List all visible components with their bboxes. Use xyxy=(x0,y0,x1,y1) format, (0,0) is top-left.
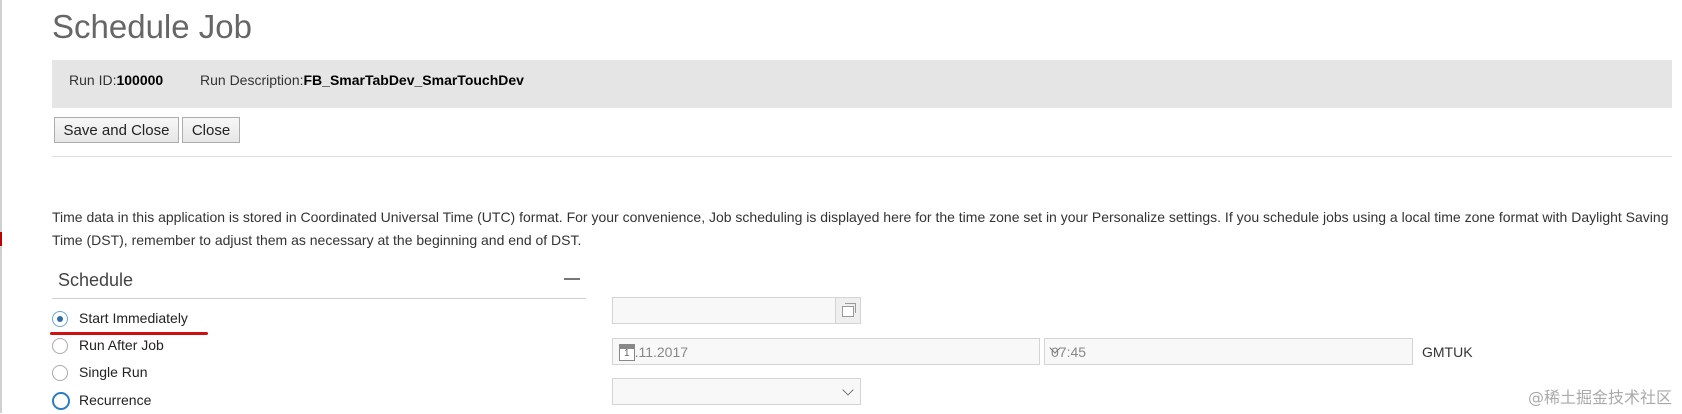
watermark: @稀土掘金技术社区 xyxy=(1527,388,1672,407)
recurrence-select[interactable] xyxy=(612,378,861,405)
radio-button-checked[interactable] xyxy=(52,311,68,327)
schedule-section-title: Schedule xyxy=(58,270,134,290)
chevron-down-icon xyxy=(842,384,854,396)
radio-label: Recurrence xyxy=(79,392,152,408)
calendar-icon[interactable] xyxy=(619,344,635,361)
date-input[interactable]: 27.11.2017 xyxy=(612,338,1040,365)
radio-label: Start Immediately xyxy=(79,310,188,326)
utc-info-note: Time data in this application is stored … xyxy=(52,209,1669,248)
run-description: Run Description:FB_SmarTabDev_SmarTouchD… xyxy=(200,72,524,88)
run-description-label: Run Description: xyxy=(200,72,304,88)
run-id: Run ID:100000 xyxy=(69,72,163,88)
radio-button[interactable] xyxy=(52,365,68,381)
radio-button-focused[interactable] xyxy=(52,392,70,410)
radio-label: Single Run xyxy=(79,364,148,380)
annotation-underline xyxy=(50,332,208,335)
close-button[interactable]: Close xyxy=(182,117,240,143)
edge-marker xyxy=(0,232,2,246)
timezone-label: GMTUK xyxy=(1422,344,1473,360)
run-description-value: FB_SmarTabDev_SmarTouchDev xyxy=(303,72,524,88)
time-select[interactable]: 07:45 xyxy=(1044,338,1413,365)
radio-label: Run After Job xyxy=(79,337,164,353)
after-job-input[interactable] xyxy=(612,297,861,324)
save-and-close-button[interactable]: Save and Close xyxy=(54,117,179,143)
schedule-section-header[interactable]: Schedule xyxy=(52,266,586,299)
run-id-value: 100000 xyxy=(116,72,164,88)
page-title: Schedule Job xyxy=(52,8,252,45)
radio-button[interactable] xyxy=(52,338,68,354)
collapse-icon[interactable] xyxy=(564,278,580,280)
toolbar-divider xyxy=(52,156,1672,157)
run-info-bar: Run ID:100000 Run Description:FB_SmarTab… xyxy=(52,60,1672,108)
run-id-label: Run ID: xyxy=(69,72,117,88)
job-lookup-icon[interactable] xyxy=(835,298,860,323)
window-edge xyxy=(0,0,2,413)
